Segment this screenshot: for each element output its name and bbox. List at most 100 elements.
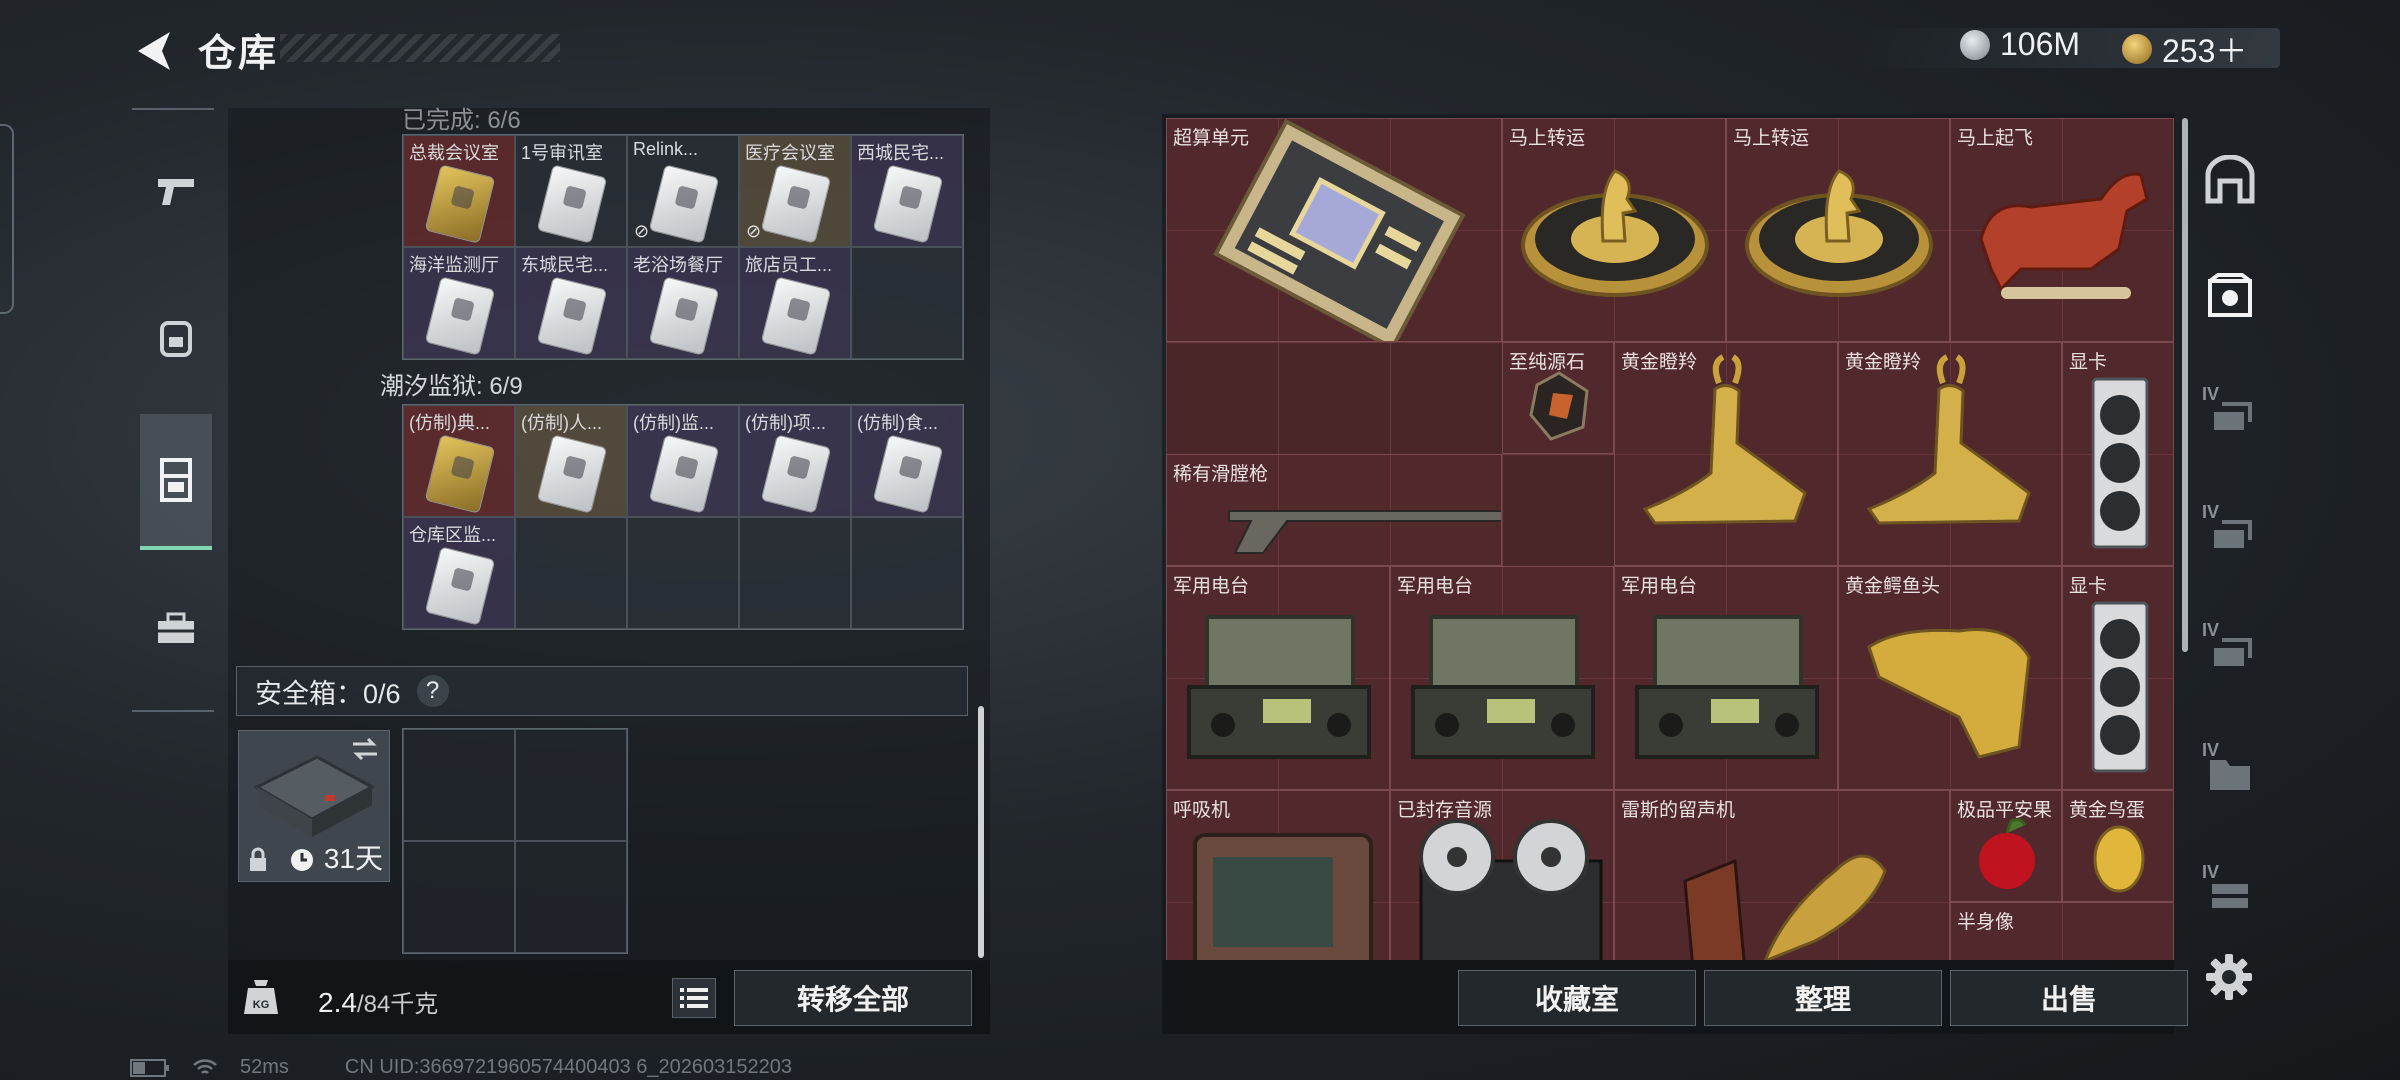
keycard-slot[interactable]: (仿制)项...: [739, 405, 851, 517]
item-label: 军用电台: [1621, 576, 1698, 597]
tab-tier-iv-5[interactable]: IV: [2198, 862, 2262, 926]
empty-slot[interactable]: [851, 517, 963, 629]
keycard-slot[interactable]: 1号审讯室: [515, 135, 627, 247]
back-button[interactable]: [130, 26, 180, 76]
item-label: 军用电台: [1173, 576, 1250, 597]
item-gramophone[interactable]: 雷斯的留声机: [1614, 790, 1950, 960]
settings-gear-icon[interactable]: [2204, 952, 2254, 1002]
tab-archway[interactable]: [2198, 148, 2262, 212]
empty-slot[interactable]: [739, 517, 851, 629]
gold-disc-icon: [1521, 169, 1709, 297]
keycard-slot[interactable]: (仿制)人...: [515, 405, 627, 517]
item-golden-crocodile-head[interactable]: 黄金鳄鱼头: [1838, 566, 2062, 790]
item-military-radio[interactable]: 军用电台: [1166, 566, 1390, 790]
collection-scrollbar[interactable]: [2182, 118, 2188, 652]
radio-icon: [1635, 615, 1819, 759]
tier-label: IV: [2202, 620, 2220, 640]
side-drawer-handle[interactable]: [0, 124, 14, 314]
item-label: 马上转运: [1509, 128, 1586, 149]
section-2-label: 潮汐监狱: 6/9: [380, 373, 523, 400]
keycard-icon: [872, 164, 944, 244]
keycard-label: 老浴场餐厅: [633, 255, 723, 275]
item-golden-gazelle[interactable]: 黄金瞪羚: [1614, 342, 1838, 566]
item-premium-apple[interactable]: 极品平安果: [1950, 790, 2062, 902]
currency-coins[interactable]: 106M: [1960, 26, 2080, 63]
safe-box-bar: 安全箱：0/6 ?: [236, 666, 968, 716]
empty-slot[interactable]: [627, 517, 739, 629]
weight-max: /84千克: [356, 991, 439, 1018]
keycard-slot[interactable]: Relink... ⊘: [627, 135, 739, 247]
vault-button[interactable]: 收藏室: [1458, 970, 1696, 1026]
item-label: 军用电台: [1397, 576, 1474, 597]
safe-box-help-button[interactable]: ?: [416, 675, 449, 707]
tab-tier-iv-1[interactable]: IV: [2198, 384, 2262, 448]
item-label: 呼吸机: [1173, 800, 1231, 821]
item-sealed-audio-source[interactable]: 已封存音源: [1390, 790, 1614, 960]
item-label: 显卡: [2069, 352, 2108, 373]
item-label: 黄金鸟蛋: [2069, 800, 2146, 821]
tier-label: IV: [2202, 862, 2220, 882]
item-pure-source-stone[interactable]: 至纯源石: [1502, 342, 1614, 454]
safe-slot[interactable]: [403, 841, 515, 953]
item-ventilator[interactable]: 呼吸机: [1166, 790, 1390, 960]
item-military-radio[interactable]: 军用电台: [1614, 566, 1838, 790]
keycard-slot[interactable]: 海洋监测厅: [403, 247, 515, 359]
swap-icon[interactable]: [351, 737, 379, 761]
nav-weapon-tab[interactable]: [140, 146, 212, 236]
item-military-radio[interactable]: 军用电台: [1390, 566, 1614, 790]
nav-toolbox-tab[interactable]: [140, 584, 212, 674]
keycard-slot[interactable]: 总裁会议室: [403, 135, 515, 247]
tab-collection-active[interactable]: [2198, 264, 2262, 328]
archway-icon: [2205, 155, 2255, 204]
item-horse-takeoff[interactable]: 马上起飞: [1950, 118, 2174, 342]
item-golden-gazelle[interactable]: 黄金瞪羚: [1838, 342, 2062, 566]
keycard-slot[interactable]: (仿制)典...: [403, 405, 515, 517]
nav-storage-tab[interactable]: [140, 414, 212, 550]
keycard-slot[interactable]: 老浴场餐厅: [627, 247, 739, 359]
empty-slot[interactable]: [515, 517, 627, 629]
storage-scrollbar[interactable]: [978, 706, 984, 958]
collection-box-icon: [2208, 273, 2252, 317]
item-label: 极品平安果: [1957, 800, 2053, 821]
item-lucky-transfer[interactable]: 马上转运: [1726, 118, 1950, 342]
keycard-slot[interactable]: 西城民宅...: [851, 135, 963, 247]
keycard-slot[interactable]: (仿制)监...: [627, 405, 739, 517]
keycard-icon: [760, 434, 832, 514]
gpu-icon: [2091, 377, 2149, 549]
item-graphics-card[interactable]: 显卡: [2062, 566, 2174, 790]
safe-slot[interactable]: [515, 729, 627, 841]
keycard-slot[interactable]: (仿制)食...: [851, 405, 963, 517]
item-label: 黄金瞪羚: [1845, 352, 1922, 373]
currency-premium[interactable]: 253＋: [2122, 26, 2247, 72]
tier-label: IV: [2202, 384, 2220, 404]
safe-case-slot[interactable]: 31天: [238, 730, 390, 882]
keycard-icon: [424, 434, 496, 514]
empty-slot[interactable]: [851, 247, 963, 359]
item-rare-musket[interactable]: 稀有滑膛枪: [1166, 454, 1502, 566]
tab-tier-iv-2[interactable]: IV: [2198, 502, 2262, 566]
safe-slot[interactable]: [403, 729, 515, 841]
premium-coin-icon: [2122, 34, 2152, 64]
keycard-label: (仿制)项...: [745, 413, 826, 433]
sort-button[interactable]: 整理: [1704, 970, 1942, 1026]
keycard-slot[interactable]: 旅店员工...: [739, 247, 851, 359]
page-title: 仓库: [198, 33, 279, 75]
list-view-button[interactable]: [672, 978, 716, 1018]
keycard-slot[interactable]: 东城民宅...: [515, 247, 627, 359]
tab-tier-iv-3[interactable]: IV: [2198, 620, 2262, 684]
keycard-icon: [536, 276, 608, 356]
item-golden-egg[interactable]: 黄金鸟蛋: [2062, 790, 2174, 902]
keycard-slot[interactable]: 仓库区监...: [403, 517, 515, 629]
item-bust[interactable]: 半身像: [1950, 902, 2174, 960]
item-supercomputer-unit[interactable]: 超算单元: [1166, 118, 1502, 342]
tab-tier-iv-4[interactable]: IV: [2198, 740, 2262, 804]
safe-slot[interactable]: [515, 841, 627, 953]
keycard-slot[interactable]: 医疗会议室 ⊘: [739, 135, 851, 247]
item-lucky-transfer[interactable]: 马上转运: [1502, 118, 1726, 342]
nav-backpack-tab[interactable]: [140, 292, 212, 382]
sell-button[interactable]: 出售: [1950, 970, 2188, 1026]
transfer-all-button[interactable]: 转移全部: [734, 970, 972, 1026]
item-graphics-card[interactable]: 显卡: [2062, 342, 2174, 566]
weight-icon: KG: [244, 980, 278, 1014]
uid-text: CN UID:3669721960574400403 6_20260315220…: [344, 1056, 792, 1078]
